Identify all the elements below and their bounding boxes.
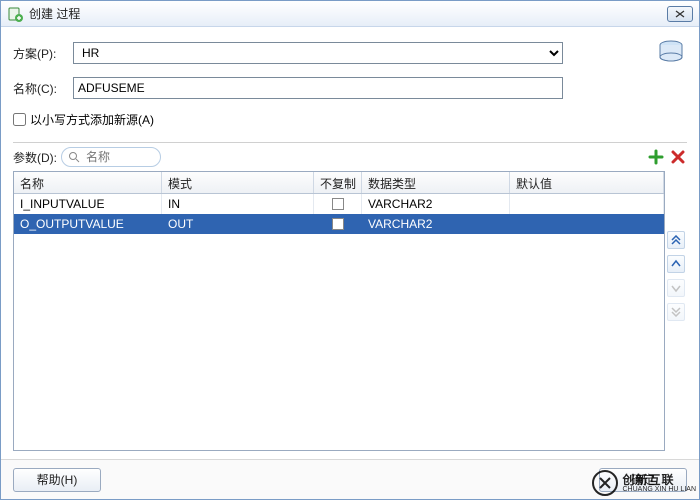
col-type[interactable]: 数据类型 xyxy=(362,172,510,193)
params-toolbar: 参数(D): xyxy=(13,142,687,167)
double-down-icon xyxy=(671,307,681,317)
cell-mode: IN xyxy=(162,194,314,214)
move-up-button[interactable] xyxy=(667,255,685,273)
grid-body: I_INPUTVALUEIN VARCHAR2 O_OUTPUTVALUEOUT VA… xyxy=(14,194,664,450)
cell-name: O_OUTPUTVALUE xyxy=(14,214,162,234)
add-param-button[interactable] xyxy=(647,148,665,166)
move-top-button[interactable] xyxy=(667,231,685,249)
col-name[interactable]: 名称 xyxy=(14,172,162,193)
grid-header: 名称 模式 不复制 数据类型 默认值 xyxy=(14,172,664,194)
move-bottom-button[interactable] xyxy=(667,303,685,321)
nocopy-checkbox[interactable] xyxy=(332,198,344,210)
cell-nocopy xyxy=(314,194,362,214)
create-procedure-icon xyxy=(7,6,23,22)
x-icon xyxy=(671,150,685,164)
titlebar: 创建 过程 xyxy=(1,1,699,27)
cell-mode: OUT xyxy=(162,214,314,234)
name-row: 名称(C): xyxy=(13,77,687,99)
lowercase-row: 以小写方式添加新源(A) xyxy=(13,111,687,128)
params-grid-area: 名称 模式 不复制 数据类型 默认值 I_INPUTVALUEIN VARCHAR… xyxy=(13,171,687,451)
dialog-body: 方案(P): HR 名称(C): 以小写方式添加新源(A) 参数(D): xyxy=(1,27,699,459)
name-input[interactable] xyxy=(73,77,563,99)
scheme-select-wrap: HR xyxy=(73,42,563,64)
down-icon xyxy=(671,283,681,293)
cell-default xyxy=(510,194,664,214)
col-mode[interactable]: 模式 xyxy=(162,172,314,193)
lowercase-label: 以小写方式添加新源(A) xyxy=(30,111,154,128)
nocopy-checkbox[interactable] xyxy=(332,218,344,230)
help-button[interactable]: 帮助(H) xyxy=(13,468,101,492)
col-nocopy[interactable]: 不复制 xyxy=(314,172,362,193)
table-row[interactable]: O_OUTPUTVALUEOUT VARCHAR2 xyxy=(14,214,664,234)
cell-type: VARCHAR2 xyxy=(362,194,510,214)
table-row[interactable]: I_INPUTVALUEIN VARCHAR2 xyxy=(14,194,664,214)
scheme-select[interactable]: HR xyxy=(73,42,563,64)
close-icon xyxy=(675,10,685,18)
cell-default xyxy=(510,214,664,234)
lowercase-checkbox[interactable] xyxy=(13,113,26,126)
cell-name: I_INPUTVALUE xyxy=(14,194,162,214)
params-search xyxy=(61,147,161,167)
plus-icon xyxy=(648,149,664,165)
cell-type: VARCHAR2 xyxy=(362,214,510,234)
scheme-row: 方案(P): HR xyxy=(13,37,687,69)
dialog-window: 创建 过程 方案(P): HR 名称(C): 以小写方式添加新源(A) 参数(D… xyxy=(0,0,700,500)
col-default[interactable]: 默认值 xyxy=(510,172,664,193)
database-icon xyxy=(655,37,687,69)
reorder-arrows xyxy=(665,171,687,451)
params-search-input[interactable] xyxy=(84,149,154,165)
double-up-icon xyxy=(671,235,681,245)
window-title: 创建 过程 xyxy=(29,5,667,22)
search-icon xyxy=(68,151,80,163)
ok-button[interactable]: 确定 xyxy=(599,468,687,492)
params-grid: 名称 模式 不复制 数据类型 默认值 I_INPUTVALUEIN VARCHAR… xyxy=(13,171,665,451)
close-button[interactable] xyxy=(667,6,693,22)
name-label: 名称(C): xyxy=(13,80,73,97)
remove-param-button[interactable] xyxy=(669,148,687,166)
up-icon xyxy=(671,259,681,269)
params-label: 参数(D): xyxy=(13,149,57,166)
dialog-footer: 帮助(H) 确定 xyxy=(1,459,699,499)
move-down-button[interactable] xyxy=(667,279,685,297)
cell-nocopy xyxy=(314,214,362,234)
scheme-label: 方案(P): xyxy=(13,45,73,62)
